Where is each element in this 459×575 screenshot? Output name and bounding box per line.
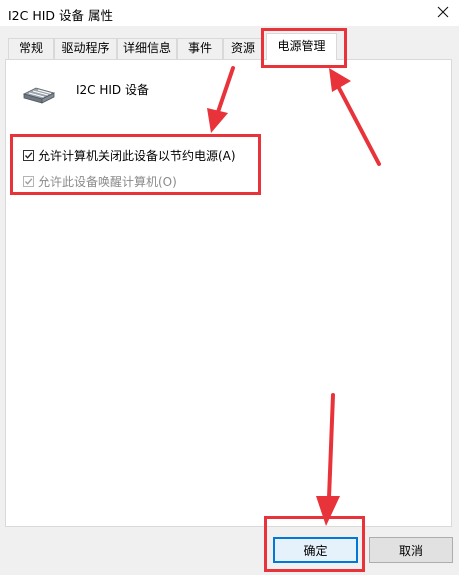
close-button[interactable]: [427, 0, 459, 24]
allow-wake-label: 允许此设备唤醒计算机(O): [38, 175, 177, 189]
allow-power-off-checkbox[interactable]: [23, 150, 34, 161]
allow-wake-checkbox[interactable]: [23, 176, 34, 187]
hid-device-icon: [22, 87, 56, 104]
tab-driver[interactable]: 驱动程序: [54, 38, 117, 59]
window-title: I2C HID 设备 属性: [8, 8, 113, 23]
power-management-panel: I2C HID 设备 允许计算机关闭此设备以节约电源(A) 允许此设备唤醒计算机…: [5, 59, 452, 527]
close-icon: [437, 6, 449, 18]
allow-power-off-option[interactable]: 允许计算机关闭此设备以节约电源(A): [23, 147, 236, 164]
allow-wake-option[interactable]: 允许此设备唤醒计算机(O): [23, 173, 177, 190]
properties-dialog: I2C HID 设备 属性 常规 驱动程序 详细信息 事件 资源 电源管理 I2…: [0, 0, 459, 575]
tab-power-management[interactable]: 电源管理: [266, 33, 337, 60]
checkmark-icon: [25, 152, 33, 159]
title-bar[interactable]: I2C HID 设备 属性: [0, 0, 459, 26]
allow-power-off-label: 允许计算机关闭此设备以节约电源(A): [38, 149, 236, 163]
tab-events[interactable]: 事件: [177, 38, 223, 59]
ok-button[interactable]: 确定: [273, 537, 358, 563]
checkmark-icon: [25, 178, 33, 185]
tab-resources[interactable]: 资源: [223, 38, 263, 59]
tab-general[interactable]: 常规: [8, 38, 54, 59]
tab-details[interactable]: 详细信息: [117, 38, 177, 59]
cancel-button[interactable]: 取消: [369, 537, 453, 563]
device-name: I2C HID 设备: [76, 83, 149, 97]
